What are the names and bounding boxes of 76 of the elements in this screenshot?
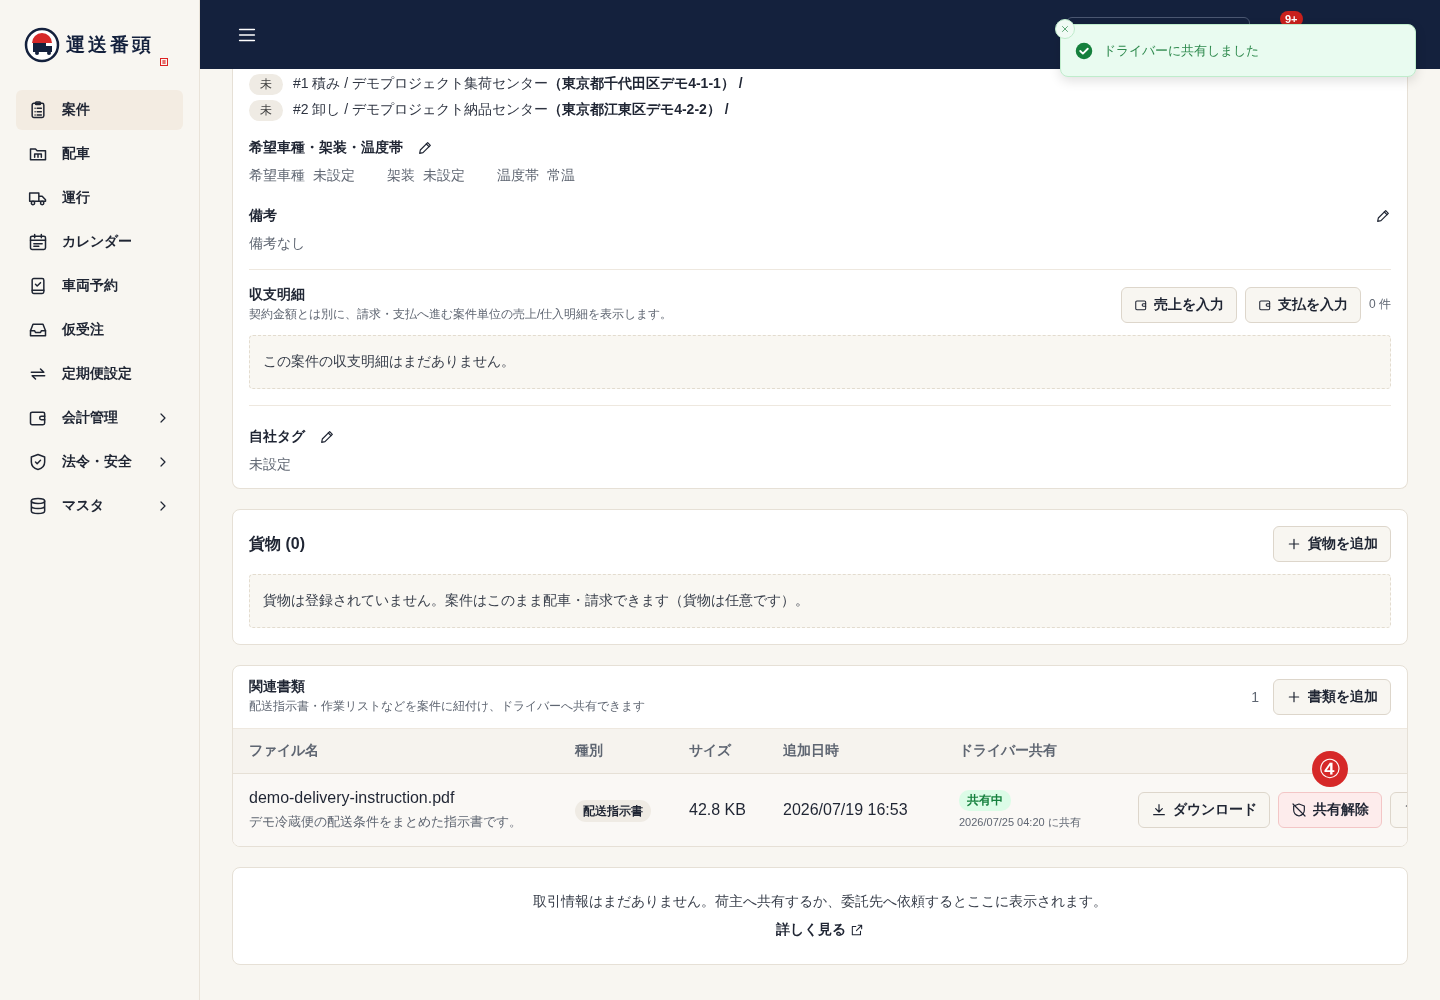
column-header: サイズ (689, 742, 731, 758)
wallet-icon (28, 408, 48, 428)
logo-icon (24, 27, 60, 63)
edit-button[interactable] (417, 140, 433, 156)
seal-icon (160, 58, 168, 66)
section-title: 関連書類 (249, 678, 306, 696)
shared-at: 2026/07/25 04:20 に共有 (959, 815, 1082, 830)
success-icon (1075, 41, 1093, 60)
stop-text: #2 卸し / デモプロジェクト納品センター（東京都江東区デモ4-2-2） / (293, 101, 729, 119)
edit-button[interactable] (1375, 208, 1391, 224)
column-header: 種別 (575, 742, 603, 758)
clipboard-icon (28, 100, 48, 120)
entry-button[interactable]: 支払を入力 (1245, 286, 1361, 323)
pencil-icon (319, 429, 335, 445)
column-header: ドライバー共有 (959, 742, 1057, 758)
field-value: 温度帯 常温 (497, 167, 575, 185)
section-title: 備考 (249, 207, 277, 225)
section-description: 契約金額とは別に、請求・支払へ進む案件単位の売上/仕入明細を表示します。 (249, 306, 673, 323)
added-date: 2026/07/19 16:53 (783, 801, 908, 818)
sidebar-item[interactable]: 定期便設定 (16, 354, 183, 394)
inbox-icon (28, 320, 48, 340)
field-value: 希望車種 未設定 (249, 167, 355, 185)
status-badge: 未 (249, 73, 283, 95)
column-header: ファイル名 (249, 742, 319, 758)
plus-icon (1286, 536, 1302, 552)
section-title: 自社タグ (249, 428, 305, 446)
notes-value: 備考なし (249, 235, 306, 253)
type-tag: 配送指示書 (575, 799, 651, 822)
sidebar-item[interactable]: 法令・安全 (16, 442, 183, 482)
empty-message: この案件の収支明細はまだありません。 (249, 335, 1391, 389)
toast-message: ドライバーに共有しました (1103, 41, 1259, 60)
download-button[interactable]: ダウンロード (1138, 792, 1270, 828)
wallet-icon (1134, 297, 1148, 312)
sidebar-item[interactable]: 仮受注 (16, 310, 183, 350)
sidebar-item[interactable]: 案件 (16, 90, 183, 130)
checklist-icon (28, 276, 48, 296)
file-description: デモ冷蔵便の配送条件をまとめた指示書です。 (249, 813, 523, 831)
pencil-icon (417, 140, 433, 156)
document-count: 1 (1251, 688, 1259, 705)
entry-count: 0 件 (1369, 296, 1391, 313)
tags-value: 未設定 (249, 456, 292, 474)
wallet-icon (1258, 297, 1272, 312)
add-cargo-button[interactable]: 貨物を追加 (1273, 526, 1391, 562)
empty-message: 取引情報はまだありません。荷主へ共有するか、委託先へ依頼するとここに表示されます。 (532, 893, 1108, 911)
learn-more-link[interactable]: 詳しく見る (776, 921, 864, 939)
section-description: 配送指示書・作業リストなどを案件に紐付け、ドライバーへ共有できます (249, 698, 645, 715)
external-link-icon (850, 923, 864, 937)
stop-text: #1 積み / デモプロジェクト集荷センター（東京都千代田区デモ4-1-1） / (293, 75, 743, 93)
logo-text: 運送番頭 (66, 32, 154, 57)
column-header: 追加日時 (783, 742, 839, 758)
empty-message: 貨物は登録されていません。案件はこのまま配車・請求できます（貨物は任意です）。 (249, 574, 1391, 628)
section-title: 希望車種・架装・温度帯 (249, 139, 403, 157)
sidebar-item[interactable]: 配車 (16, 134, 183, 174)
sidebar-item[interactable]: 運行 (16, 178, 183, 218)
status-badge: 未 (249, 99, 283, 121)
unshare-icon (1291, 802, 1307, 818)
sidebar-item[interactable]: 車両予約 (16, 266, 183, 306)
pencil-icon (1375, 208, 1391, 224)
entry-button[interactable]: 売上を入力 (1121, 286, 1237, 323)
file-size: 42.8 KB (689, 801, 746, 818)
sidebar-item[interactable]: カレンダー (16, 222, 183, 262)
share-status: 共有中 (959, 790, 1011, 811)
shield-icon (28, 452, 48, 472)
edit-button[interactable] (319, 429, 335, 445)
close-icon (1060, 24, 1070, 34)
file-name: demo-delivery-instruction.pdf (249, 789, 456, 807)
add-document-button[interactable]: 書類を追加 (1273, 678, 1391, 715)
unshare-button[interactable]: 共有解除 (1278, 792, 1382, 828)
sidebar-item[interactable]: 会計管理 (16, 398, 183, 438)
field-value: 架装 未設定 (387, 167, 465, 185)
section-title: 収支明細 (249, 286, 306, 304)
sidebar-item[interactable]: マスタ (16, 486, 183, 526)
section-title: 貨物 (0) (249, 533, 305, 554)
database-icon (28, 496, 48, 516)
calendar-icon (28, 232, 48, 252)
download-icon (1151, 802, 1167, 818)
